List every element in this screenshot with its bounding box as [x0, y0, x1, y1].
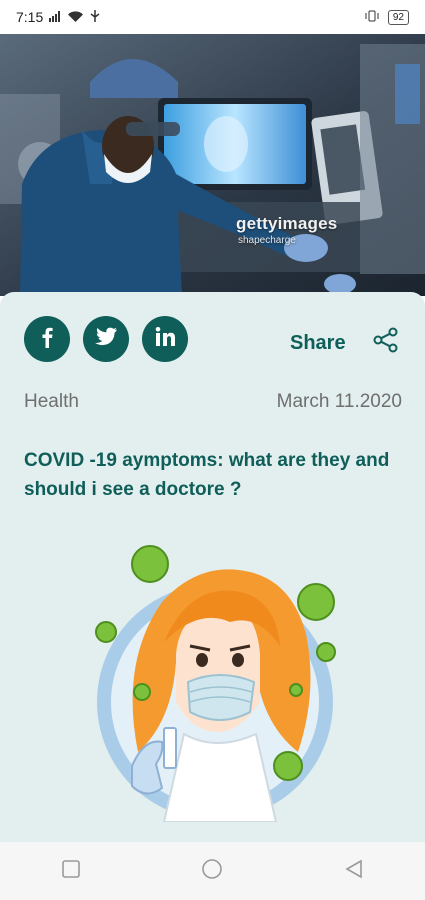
watermark-subtext: shapecharge	[238, 235, 296, 246]
article-card: Share Health March 11.2020 COVID -19 aym…	[0, 292, 425, 852]
status-left: 7:15	[16, 9, 101, 25]
vibrate-icon	[364, 9, 380, 25]
status-time: 7:15	[16, 9, 44, 25]
back-button[interactable]	[334, 851, 374, 891]
share-icon	[372, 326, 400, 360]
article-date: March 11.2020	[276, 391, 402, 412]
share-button[interactable]: Share	[290, 326, 400, 360]
linkedin-icon	[154, 326, 176, 353]
hero-image: gettyimages shapecharge	[0, 34, 425, 296]
share-label: Share	[290, 331, 346, 354]
article-category: Health	[24, 391, 79, 412]
home-icon	[201, 858, 223, 885]
social-share-buttons	[24, 316, 188, 362]
status-right: 92	[364, 9, 409, 25]
article-headline: COVID -19 aymptoms: what are they and sh…	[24, 450, 390, 500]
covid-illustration	[80, 542, 350, 827]
system-nav-bar	[0, 842, 425, 900]
watermark-text: gettyimages	[236, 214, 338, 233]
facebook-icon	[37, 326, 57, 353]
signal-icon	[49, 9, 62, 25]
facebook-button[interactable]	[24, 316, 70, 362]
wifi-icon	[68, 9, 84, 25]
usb-icon	[89, 9, 101, 25]
home-button[interactable]	[192, 851, 232, 891]
twitter-button[interactable]	[83, 316, 129, 362]
back-icon	[345, 859, 363, 884]
recents-icon	[62, 859, 80, 883]
twitter-icon	[94, 327, 118, 352]
recents-button[interactable]	[51, 851, 91, 891]
linkedin-button[interactable]	[142, 316, 188, 362]
battery-indicator: 92	[387, 9, 409, 25]
status-bar: 7:15 92	[0, 0, 425, 34]
